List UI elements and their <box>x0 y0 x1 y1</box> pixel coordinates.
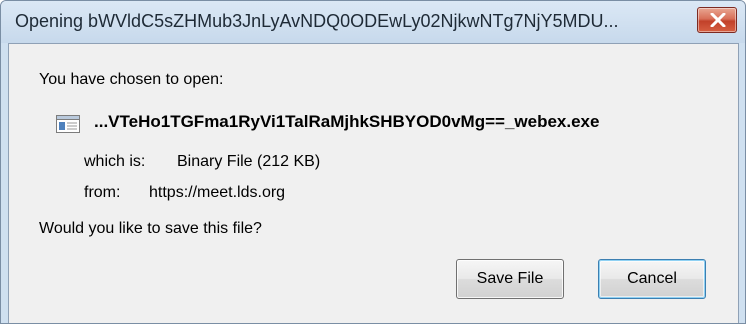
close-icon <box>710 13 726 27</box>
which-is-label: which is: <box>84 153 146 170</box>
from-label: from: <box>84 184 121 201</box>
save-file-button[interactable]: Save File <box>456 259 564 299</box>
source-url: https://meet.lds.org <box>149 184 286 201</box>
close-button[interactable] <box>697 7 737 33</box>
file-name: ...VTeHo1TGFma1RyVi1TalRaMjhkSHBYOD0vMg=… <box>94 112 600 131</box>
file-type-value: Binary File (212 KB) <box>177 153 321 170</box>
title-bar[interactable]: Opening bWVldC5sZHMub3JnLyAvNDQ0ODEwLy02… <box>1 1 745 43</box>
dialog-body: You have chosen to open: ...VTeHo1TGFma1… <box>8 43 739 323</box>
cancel-button[interactable]: Cancel <box>598 259 706 299</box>
window-title: Opening bWVldC5sZHMub3JnLyAvNDQ0ODEwLy02… <box>15 11 619 31</box>
file-type-icon <box>56 115 80 133</box>
intro-text: You have chosen to open: <box>39 71 224 88</box>
save-question: Would you like to save this file? <box>39 220 262 237</box>
download-dialog-window: Opening bWVldC5sZHMub3JnLyAvNDQ0ODEwLy02… <box>0 0 746 324</box>
